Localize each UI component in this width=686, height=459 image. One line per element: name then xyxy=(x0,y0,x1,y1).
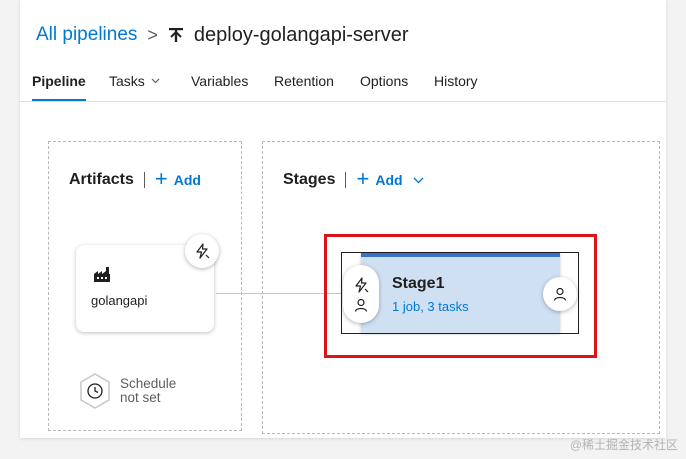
stages-header: Stages + Add xyxy=(283,166,424,191)
pipeline-title: deploy-golangapi-server xyxy=(193,23,409,46)
tab-options[interactable]: Options xyxy=(360,71,408,91)
stage-summary-link[interactable]: 1 job, 3 tasks xyxy=(392,299,469,314)
add-artifact-label: Add xyxy=(173,172,201,188)
stage-card-stage1[interactable]: Stage1 1 job, 3 tasks xyxy=(361,253,560,333)
pre-deployment-conditions-button[interactable] xyxy=(343,265,379,323)
lightning-icon xyxy=(196,243,210,259)
clock-icon xyxy=(80,373,110,409)
release-pipeline-editor: All pipelines > deploy-golangapi-server … xyxy=(20,0,666,438)
all-pipelines-link[interactable]: All pipelines xyxy=(36,24,137,46)
tab-label: Variables xyxy=(191,73,249,89)
chevron-down-icon xyxy=(151,76,160,87)
breadcrumb-separator: > xyxy=(147,24,158,45)
tab-pipeline[interactable]: Pipeline xyxy=(32,71,86,101)
tab-label: Tasks xyxy=(109,73,145,89)
stage-name: Stage1 xyxy=(392,275,445,292)
plus-icon: + xyxy=(356,166,370,191)
pipeline-tabs: Pipeline Tasks Variables Retention Optio… xyxy=(20,62,666,102)
tab-retention[interactable]: Retention xyxy=(274,71,334,91)
breadcrumb: All pipelines > deploy-golangapi-server xyxy=(36,20,409,50)
add-artifact-button[interactable]: + Add xyxy=(154,166,201,191)
tab-variables[interactable]: Variables xyxy=(191,71,248,91)
tab-label: Retention xyxy=(274,73,334,89)
schedule-line-1: Schedule xyxy=(120,376,177,391)
tab-label: Options xyxy=(360,73,409,89)
header-divider xyxy=(143,172,145,188)
schedule-trigger[interactable]: Schedule not set xyxy=(78,372,176,410)
stages-heading: Stages xyxy=(283,171,336,188)
chevron-down-icon xyxy=(413,177,424,183)
schedule-line-2: not set xyxy=(120,390,161,405)
person-icon xyxy=(553,287,567,301)
tab-label: History xyxy=(434,73,478,89)
artifact-name: golangapi xyxy=(91,293,148,308)
artifacts-header: Artifacts + Add xyxy=(69,166,201,191)
artifacts-heading: Artifacts xyxy=(69,171,134,188)
header-divider xyxy=(345,172,347,188)
lightning-icon xyxy=(355,276,369,293)
schedule-label: Schedule not set xyxy=(120,377,176,405)
plus-icon: + xyxy=(154,166,168,191)
tab-tasks[interactable]: Tasks xyxy=(109,71,160,91)
add-stage-button[interactable]: + Add xyxy=(356,166,424,191)
continuous-deployment-trigger-button[interactable] xyxy=(185,234,219,268)
tab-label: Pipeline xyxy=(32,73,86,89)
person-icon xyxy=(354,298,368,312)
tab-history[interactable]: History xyxy=(434,71,478,91)
add-stage-label: Add xyxy=(375,172,403,188)
post-deployment-conditions-button[interactable] xyxy=(543,277,577,311)
watermark: @稀土掘金技术社区 xyxy=(569,438,678,452)
release-pipeline-icon xyxy=(168,28,183,42)
build-factory-icon xyxy=(94,267,110,282)
